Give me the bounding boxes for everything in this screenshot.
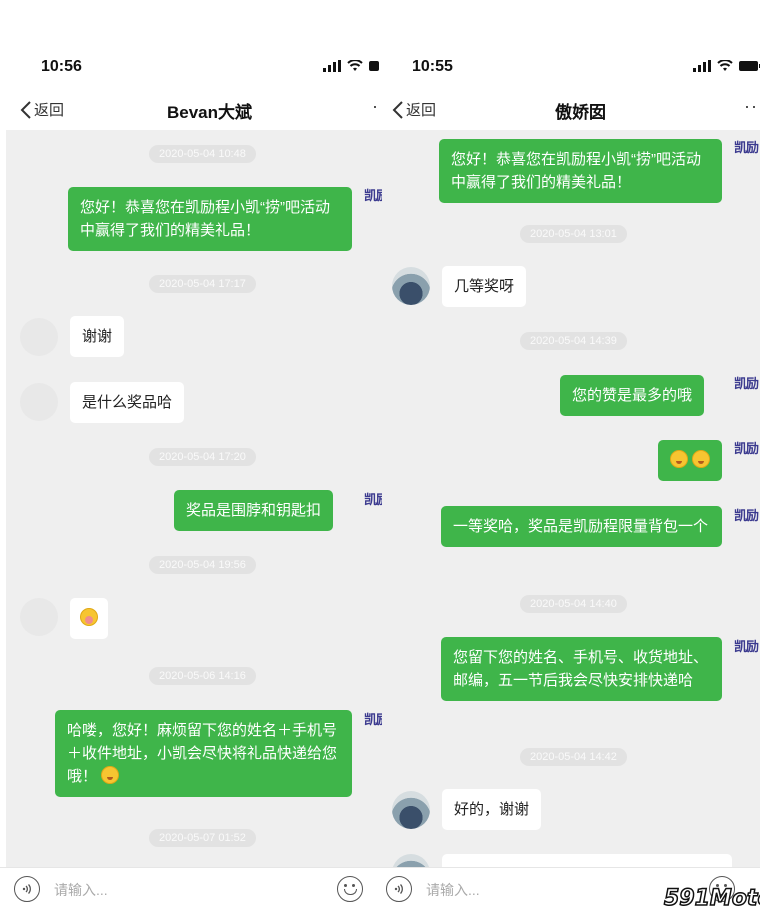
chat-screen-right: 10:55 返回 傲娇囡 ··· 您好！恭喜您在凯励程小凯“捞”吧活动中赢得了我… [382, 0, 760, 913]
contact-avatar[interactable] [392, 267, 430, 305]
chat-screen-left: 10:56 返回 Bevan大斌 · 2020-05-04 10:48 您好！恭… [0, 0, 382, 913]
message-bubble-incoming[interactable]: 好的，谢谢 [442, 789, 542, 830]
message-bubble-outgoing[interactable]: 您留下您的姓名、手机号、收货地址、邮编，五一节后我会尽快安排快递哈 [441, 637, 722, 701]
timestamp: 2020-05-04 14:42 [520, 748, 627, 766]
contact-avatar[interactable] [20, 318, 58, 356]
emoji-icon [101, 766, 120, 784]
timestamp: 2020-05-04 17:17 [149, 275, 256, 293]
chevron-left-icon [392, 100, 403, 119]
timestamp: 2020-05-04 10:48 [149, 145, 256, 163]
wifi-icon [347, 60, 363, 71]
voice-icon [394, 884, 403, 894]
message-bubble-incoming[interactable] [70, 598, 108, 639]
watermark-logo: 591Moto [663, 885, 760, 912]
more-button[interactable]: · [372, 96, 379, 117]
message-list[interactable]: 2020-05-04 10:48 您好！恭喜您在凯励程小凯“捞”吧活动中赢得了我… [6, 130, 382, 867]
brand-avatar-logo: 凯励 [734, 376, 759, 391]
status-bar: 10:56 [0, 52, 382, 82]
wifi-icon [717, 60, 733, 71]
message-bubble-incoming[interactable]: 谢谢 [70, 316, 125, 357]
brand-avatar-logo: 凯励 [364, 712, 382, 727]
input-bar [0, 867, 382, 913]
emoji-icon [80, 608, 98, 626]
more-button[interactable]: ··· [744, 96, 760, 117]
emoji-button[interactable] [337, 876, 363, 902]
timestamp: 2020-05-04 19:56 [149, 556, 256, 574]
chat-title: 傲娇囡 [555, 103, 606, 122]
message-bubble-outgoing[interactable]: 哈喽，您好！麻烦留下您的姓名＋手机号＋收件地址，小凯会尽快将礼品快递给您哦！ [55, 710, 352, 797]
message-bubble-outgoing[interactable]: 您的赞是最多的哦 [560, 375, 705, 416]
brand-avatar-logo: 凯励 [734, 508, 759, 523]
brand-avatar-logo: 凯励 [734, 639, 759, 654]
signal-icon [323, 60, 341, 72]
message-bubble-outgoing[interactable] [658, 440, 723, 481]
message-list[interactable]: 您好！恭喜您在凯励程小凯“捞”吧活动中赢得了我们的精美礼品！ 凯励 2020-0… [382, 130, 760, 867]
timestamp: 2020-05-04 14:40 [520, 595, 627, 613]
message-bubble-incoming[interactable]: 是什么奖品哈 [70, 382, 185, 423]
brand-avatar-logo: 凯励 [734, 441, 759, 456]
voice-icon [22, 884, 31, 894]
timestamp: 2020-05-04 17:20 [149, 448, 256, 466]
message-bubble-outgoing[interactable]: 一等奖哈，奖品是凯励程限量背包一个 [441, 506, 722, 547]
brand-avatar-logo: 凯励 [364, 492, 382, 507]
message-bubble-incoming[interactable]: 几等奖呀 [442, 266, 527, 307]
contact-avatar[interactable] [20, 598, 58, 636]
contact-avatar[interactable] [392, 854, 430, 867]
signal-icon [693, 60, 711, 72]
timestamp: 2020-05-07 01:52 [149, 829, 256, 847]
timestamp: 2020-05-04 13:01 [520, 225, 627, 243]
emoji-icon [692, 450, 711, 468]
nav-bar: 返回 傲娇囡 ··· [382, 92, 760, 130]
voice-input-button[interactable] [386, 876, 412, 902]
back-label: 返回 [34, 102, 65, 119]
status-time: 10:55 [412, 58, 453, 75]
contact-avatar[interactable] [20, 383, 58, 421]
status-bar: 10:55 [382, 52, 760, 82]
contact-avatar[interactable] [392, 791, 430, 829]
message-bubble-outgoing[interactable]: 您好！恭喜您在凯励程小凯“捞”吧活动中赢得了我们的精美礼品！ [68, 187, 352, 251]
brand-avatar-logo: 凯励 [734, 140, 759, 155]
system-icons [323, 60, 379, 72]
nav-bar: 返回 Bevan大斌 · [0, 92, 382, 130]
battery-icon [369, 61, 379, 71]
timestamp: 2020-05-06 14:16 [149, 667, 256, 685]
system-icons [693, 60, 760, 72]
message-bubble-outgoing[interactable]: 奖品是围脖和钥匙扣 [174, 490, 334, 531]
back-label: 返回 [406, 102, 437, 119]
chat-title: Bevan大斌 [167, 103, 253, 122]
timestamp: 2020-05-04 14:39 [520, 332, 627, 350]
message-input[interactable] [54, 878, 324, 902]
brand-avatar-logo: 凯励 [364, 188, 382, 203]
voice-input-button[interactable] [14, 876, 40, 902]
status-time: 10:56 [41, 58, 82, 75]
message-bubble-incoming[interactable] [442, 854, 732, 867]
emoji-icon [670, 450, 688, 468]
chevron-left-icon [20, 100, 31, 119]
battery-icon [739, 61, 760, 71]
back-button[interactable]: 返回 [392, 99, 436, 120]
back-button[interactable]: 返回 [20, 99, 64, 120]
message-bubble-outgoing[interactable]: 您好！恭喜您在凯励程小凯“捞”吧活动中赢得了我们的精美礼品！ [439, 139, 722, 203]
